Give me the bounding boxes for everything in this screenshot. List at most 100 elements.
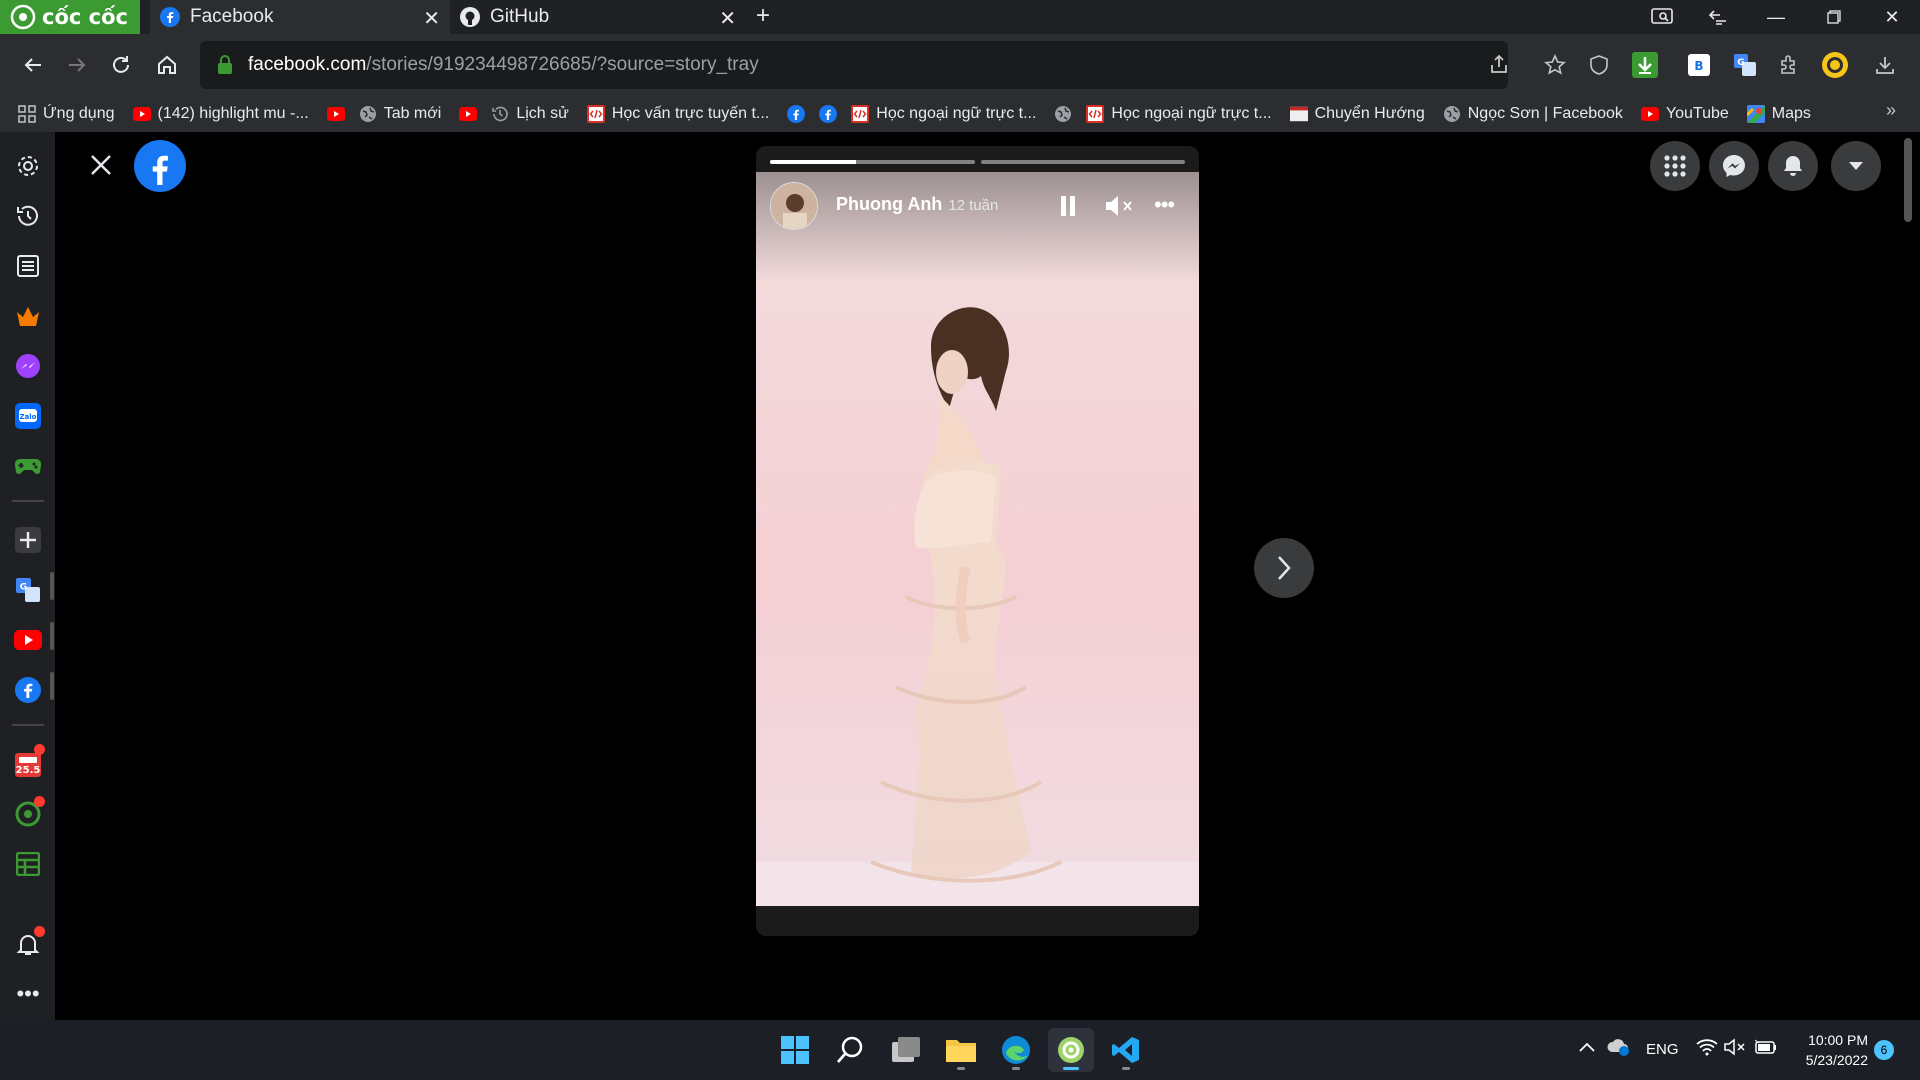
adblock-button[interactable] — [1580, 46, 1618, 84]
sidebar-toggle-button[interactable] — [1690, 0, 1746, 34]
mute-button[interactable] — [1104, 194, 1134, 223]
clock[interactable]: 10:00 PM 5/23/2022 — [1790, 1030, 1868, 1070]
task-view-button[interactable] — [883, 1028, 929, 1072]
more-bookmarks-icon[interactable]: » — [1886, 100, 1896, 121]
notification-count-badge[interactable]: 6 — [1874, 1040, 1894, 1060]
bookmark-item[interactable] — [459, 105, 478, 123]
list-icon — [17, 255, 39, 277]
close-story-button[interactable] — [84, 148, 118, 182]
coccoc-taskbar-button[interactable] — [1048, 1028, 1094, 1072]
close-window-button[interactable]: ✕ — [1864, 0, 1920, 34]
pause-button[interactable] — [1058, 194, 1078, 223]
menu-button[interactable] — [1650, 141, 1700, 191]
page-scrollbar[interactable] — [1904, 138, 1912, 222]
vscode-button[interactable] — [1103, 1028, 1149, 1072]
download-green-icon — [1632, 52, 1658, 78]
author-avatar[interactable] — [770, 182, 818, 230]
tray-overflow-button[interactable] — [1578, 1040, 1596, 1058]
notifications-button[interactable] — [1768, 141, 1818, 191]
browser-logo[interactable]: cốc cốc — [0, 0, 140, 34]
crown-button[interactable] — [10, 298, 46, 334]
bookmark-star-button[interactable] — [1536, 46, 1574, 84]
bookmark-item[interactable]: Ứng dụng — [18, 105, 115, 123]
bookmark-label: YouTube — [1665, 105, 1729, 122]
extensions-button[interactable] — [1770, 46, 1808, 84]
sidebar-youtube-button[interactable] — [10, 622, 46, 658]
next-story-button[interactable] — [1254, 538, 1314, 598]
close-tab-icon[interactable]: ✕ — [719, 6, 736, 31]
close-tab-icon[interactable]: ✕ — [423, 6, 440, 31]
minimize-button[interactable]: — — [1748, 0, 1804, 34]
download-extension-button[interactable] — [1626, 46, 1664, 84]
bookmark-item[interactable]: (142) highlight mu -... — [132, 105, 309, 123]
sidebar-more-button[interactable]: ••• — [10, 976, 46, 1012]
bookmark-item[interactable]: Ngọc Sơn | Facebook — [1443, 105, 1623, 123]
bookmark-item[interactable]: Học ngoại ngữ trực t... — [851, 105, 1036, 123]
bookmark-item[interactable]: Học vấn trực tuyến t... — [586, 105, 769, 123]
active-indicator — [1063, 1067, 1079, 1070]
language-indicator[interactable]: ENG — [1646, 1041, 1679, 1058]
messenger-button[interactable] — [1709, 141, 1759, 191]
zalo-button[interactable]: Zalo — [10, 398, 46, 434]
file-explorer-button[interactable] — [938, 1028, 984, 1072]
downloads-button[interactable] — [1866, 46, 1904, 84]
back-button[interactable] — [14, 46, 52, 84]
translate-extension-button[interactable]: G — [1726, 46, 1764, 84]
sidebar-facebook-button[interactable] — [10, 672, 46, 708]
extension-b-button[interactable]: B — [1680, 46, 1718, 84]
share-icon[interactable] — [1488, 53, 1510, 81]
address-bar[interactable]: facebook.com /stories/919234498726685/?s… — [200, 41, 1508, 89]
story-card[interactable]: Phuong Anh 12 tuần ••• — [756, 146, 1199, 936]
sidebar-coccoc-button[interactable] — [10, 796, 46, 832]
bookmark-item[interactable] — [326, 105, 345, 123]
reload-button[interactable] — [102, 46, 140, 84]
bookmark-item[interactable] — [819, 105, 838, 123]
home-button[interactable] — [148, 46, 186, 84]
browser-brand: cốc cốc — [42, 5, 128, 29]
bookmark-item[interactable]: Tab mới — [359, 105, 441, 123]
folder-icon — [946, 1040, 976, 1062]
account-button[interactable] — [1831, 141, 1881, 191]
profile-avatar[interactable] — [1816, 46, 1854, 84]
cloud-icon — [1607, 1039, 1629, 1056]
bell-icon — [1784, 156, 1802, 176]
add-sidebar-item-button[interactable] — [10, 522, 46, 558]
bookmark-item[interactable]: Học ngoại ngữ trực t... — [1086, 105, 1272, 123]
bookmark-item[interactable]: Maps — [1746, 105, 1811, 123]
edge-button[interactable] — [993, 1028, 1039, 1072]
restore-button[interactable] — [1806, 0, 1862, 34]
facebook-logo[interactable] — [134, 140, 186, 197]
code-site-icon — [586, 105, 605, 123]
sidebar-calendar-button[interactable]: 25.5 — [10, 744, 46, 782]
search-button[interactable] — [827, 1028, 873, 1072]
forward-button[interactable] — [58, 46, 96, 84]
bookmark-item[interactable]: YouTube — [1640, 105, 1729, 123]
battery-button[interactable] — [1754, 1038, 1778, 1061]
sidebar-translate-button[interactable]: G — [10, 572, 46, 608]
settings-button[interactable] — [10, 148, 46, 184]
tab-search-button[interactable] — [1634, 0, 1690, 34]
tab-facebook[interactable]: Facebook ✕ — [150, 0, 450, 34]
reading-list-button[interactable] — [10, 248, 46, 284]
start-button[interactable] — [772, 1028, 818, 1072]
history-button[interactable] — [10, 198, 46, 234]
onedrive-button[interactable] — [1606, 1036, 1630, 1061]
apps-grid-icon — [18, 105, 36, 123]
bookmark-item[interactable]: Chuyển Hướng — [1289, 105, 1425, 123]
author-name[interactable]: Phuong Anh — [836, 194, 942, 215]
bookmark-item[interactable] — [787, 105, 806, 123]
bookmark-item[interactable]: Lịch sử — [491, 105, 569, 123]
story-options-button[interactable]: ••• — [1154, 192, 1175, 218]
facebook-icon — [134, 140, 186, 192]
new-tab-button[interactable]: + — [756, 2, 770, 30]
history-icon — [491, 105, 509, 123]
bookmark-item[interactable] — [1054, 105, 1072, 123]
game-button[interactable] — [10, 448, 46, 484]
wifi-button[interactable] — [1696, 1038, 1718, 1061]
tab-github[interactable]: GitHub ✕ — [450, 0, 746, 34]
volume-button[interactable] — [1724, 1038, 1746, 1061]
messenger-button[interactable] — [10, 348, 46, 384]
sidebar-table-button[interactable] — [10, 846, 46, 882]
sidebar-indicator — [50, 622, 54, 650]
notifications-button[interactable] — [10, 926, 46, 962]
